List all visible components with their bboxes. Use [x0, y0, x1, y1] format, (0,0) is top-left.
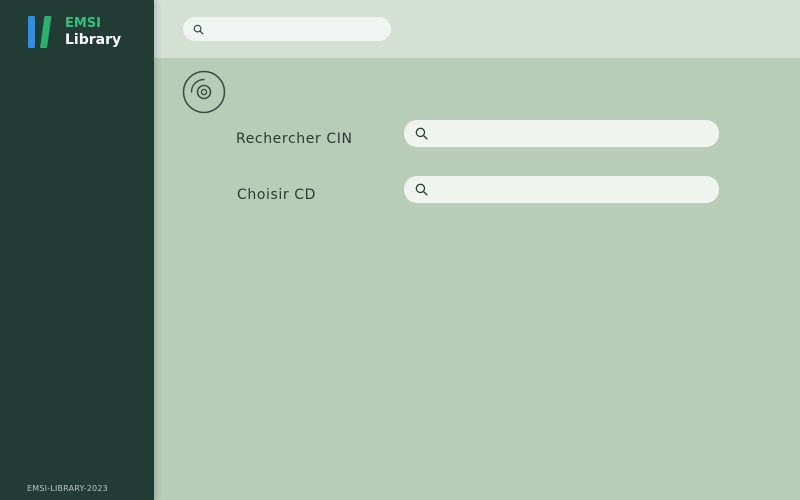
cin-search-input[interactable] — [434, 121, 719, 146]
logo-mark-icon — [27, 16, 59, 48]
main-content: Rechercher CIN Choisir CD — [154, 58, 800, 500]
logo-text-line1: EMSI — [65, 16, 102, 31]
cd-search-box[interactable] — [404, 176, 719, 203]
global-search-box[interactable] — [183, 17, 391, 41]
logo-text-line2: Library — [65, 32, 122, 48]
cd-search-input[interactable] — [434, 177, 719, 202]
logo-bar-blue — [28, 16, 35, 48]
search-icon — [193, 24, 204, 35]
label-choisir-cd: Choisir CD — [237, 187, 317, 203]
logo-text: EMSI Library — [65, 15, 121, 49]
logo-bar-green — [40, 16, 52, 48]
search-icon — [415, 127, 428, 140]
app-window: EMSI Library EMSI-LIBRARY-2023 Recherche… — [0, 0, 800, 500]
cin-search-box[interactable] — [404, 120, 719, 147]
sidebar: EMSI Library EMSI-LIBRARY-2023 — [0, 0, 154, 500]
label-rechercher-cin: Rechercher CIN — [236, 131, 353, 147]
sidebar-footer-text: EMSI-LIBRARY-2023 — [27, 484, 108, 493]
global-search-input[interactable] — [208, 18, 391, 40]
disc-icon — [182, 70, 226, 114]
app-logo[interactable]: EMSI Library — [27, 15, 121, 49]
search-icon — [415, 183, 428, 196]
top-bar — [154, 0, 800, 58]
